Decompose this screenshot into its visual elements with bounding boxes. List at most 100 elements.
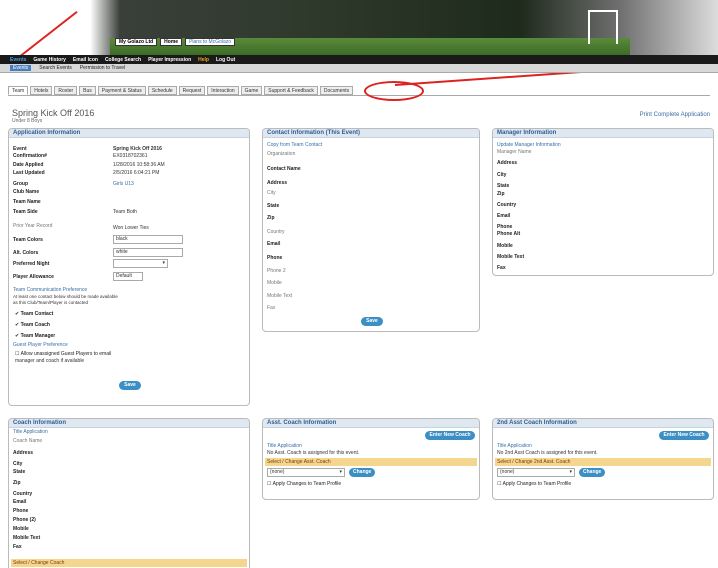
select-coach-bar[interactable]: Select / Change Coach <box>11 559 247 567</box>
tab-documents[interactable]: Documents <box>319 86 354 95</box>
comm-note-2: as this Club/Team/Player is contacted <box>13 300 89 305</box>
nav-logout[interactable]: Log Out <box>216 57 235 63</box>
goal-graphic <box>588 10 618 44</box>
nav-email[interactable]: Email Icon <box>73 57 98 63</box>
checkbox-icon: ☐ <box>497 481 502 487</box>
coach-mobile-label: Mobile <box>13 526 29 532</box>
subnav-permission-travel[interactable]: Permission to Travel <box>80 65 125 71</box>
asst-select-value: (none) <box>270 469 285 475</box>
tab-schedule[interactable]: Schedule <box>147 86 177 95</box>
alt-colors-input[interactable]: white <box>113 248 183 257</box>
address-label: Address <box>267 180 288 186</box>
coach-title-link[interactable]: Title Application <box>13 429 48 435</box>
coach-mobile-text-label: Mobile Text <box>13 535 41 541</box>
last-updated-value: 2/5/2016 6:04:21 PM <box>113 170 160 176</box>
application-info-header: Application Information <box>9 129 249 138</box>
prior-record-label: Prior Year Record <box>13 223 53 229</box>
nav-game-history[interactable]: Game History <box>33 57 66 63</box>
date-applied-value: 1/28/2016 10:58:36 AM <box>113 162 165 168</box>
home-button[interactable]: Home <box>160 38 183 46</box>
tab-interaction[interactable]: Interaction <box>207 86 239 95</box>
chevron-down-icon: ▾ <box>569 469 572 475</box>
main-nav: Events Game History Email Icon College S… <box>0 55 718 64</box>
team-coach-checkbox[interactable]: ✔ Team Coach <box>15 322 50 328</box>
second-coach-select[interactable]: (none) ▾ <box>497 468 575 477</box>
team-colors-label: Team Colors <box>13 237 43 243</box>
second-asst-header: 2nd Asst Coach Information <box>493 419 713 428</box>
subnav-events[interactable]: Events <box>10 65 32 71</box>
comm-preference-link[interactable]: Team Communication Preference <box>13 287 87 293</box>
second-new-coach-button[interactable]: Enter New Coach <box>659 431 709 440</box>
comm-note: At least one contact below should be mad… <box>13 294 118 299</box>
app-save-button[interactable]: Save <box>119 381 141 390</box>
asst-change-button[interactable]: Change <box>349 468 375 477</box>
guest-preference-link[interactable]: Guest Player Preference <box>13 342 68 348</box>
email-label: Email <box>267 241 281 247</box>
team-colors-input[interactable]: black <box>113 235 183 244</box>
user-link[interactable]: Plans to McGolazo <box>185 38 236 46</box>
team-side-label: Team Side <box>13 209 38 215</box>
mobile-label: Mobile <box>267 280 282 286</box>
login-button[interactable]: My Golazo Ltd <box>115 38 158 46</box>
annotation-circle <box>364 81 424 101</box>
tab-request[interactable]: Request <box>178 86 206 95</box>
coach-fax-label: Fax <box>13 544 22 550</box>
nav-help[interactable]: Help <box>198 57 209 63</box>
last-updated-label: Last Updated <box>13 170 45 176</box>
manager-zip-label: Zip <box>497 191 505 197</box>
team-manager-checkbox[interactable]: ✔ Team Manager <box>15 333 55 339</box>
asst-new-coach-button[interactable]: Enter New Coach <box>425 431 475 440</box>
update-manager-link[interactable]: Update Manager Information <box>497 142 561 148</box>
confirmation-value: EX0318702361 <box>113 153 148 159</box>
print-application-link[interactable]: Print Complete Application <box>640 112 710 118</box>
preferred-night-label: Preferred Night <box>13 261 50 267</box>
manager-mobile-text-label: Mobile Text <box>497 254 525 260</box>
copy-contact-link[interactable]: Copy from Team Contact <box>267 142 322 148</box>
application-info-panel: Application Information Event Spring Kic… <box>8 128 250 406</box>
nav-player-impression[interactable]: Player Impression <box>148 57 191 63</box>
confirmation-label: Confirmation# <box>13 153 47 159</box>
city-label: City <box>267 190 276 196</box>
zip-label: Zip <box>267 215 275 221</box>
asst-title-link[interactable]: Title Application <box>267 443 302 449</box>
tab-hotels[interactable]: Hotels <box>30 86 53 95</box>
tab-bus[interactable]: Bus <box>79 86 96 95</box>
asst-note: No Asst. Coach is assigned for this even… <box>267 450 360 456</box>
manager-fax-label: Fax <box>497 265 506 271</box>
asst-coach-select[interactable]: (none) ▾ <box>267 468 345 477</box>
manager-email-label: Email <box>497 213 511 219</box>
contact-save-button[interactable]: Save <box>361 317 383 326</box>
asst-apply-checkbox[interactable]: ☐ Apply Changes to Team Profile <box>267 481 341 487</box>
coach-info-header: Coach Information <box>9 419 249 428</box>
preferred-night-select[interactable]: ▾ <box>113 259 168 268</box>
group-value: Girls U13 <box>113 181 134 187</box>
second-title-link[interactable]: Title Application <box>497 443 532 449</box>
manager-state-label: State <box>497 183 510 189</box>
tab-roster[interactable]: Roster <box>54 86 78 95</box>
second-select-value: (none) <box>500 469 515 475</box>
tab-support-feedback[interactable]: Support & Feedback <box>264 86 318 95</box>
page-subtitle: Under 8 Boys <box>12 118 43 124</box>
checkbox-icon: ☐ <box>15 351 20 357</box>
contact-info-panel: Contact Information (This Event) Copy fr… <box>262 128 480 332</box>
asst-select-bar[interactable]: Select / Change Asst. Coach <box>265 458 477 466</box>
player-allowance-value: Default <box>116 273 132 279</box>
second-select-bar[interactable]: Select / Change 2nd Asst. Coach <box>495 458 711 466</box>
subnav-search-events[interactable]: Search Events <box>39 65 72 71</box>
tab-team[interactable]: Team <box>8 86 29 95</box>
tab-payment-status[interactable]: Payment & Status <box>97 86 146 95</box>
guest-email-checkbox[interactable]: ☐ Allow unassigned Guest Players to emai… <box>15 351 111 357</box>
coach-phone2-label: Phone (2) <box>13 517 36 523</box>
second-apply-checkbox[interactable]: ☐ Apply Changes to Team Profile <box>497 481 571 487</box>
fax-label: Fax <box>267 305 276 311</box>
contact-name-label: Contact Name <box>267 166 301 172</box>
player-allowance-select[interactable]: Default <box>113 272 143 281</box>
tab-game[interactable]: Game <box>240 86 263 95</box>
nav-events[interactable]: Events <box>10 57 26 63</box>
team-contact-checkbox[interactable]: ✔ Team Contact <box>15 311 53 317</box>
coach-info-panel: Coach Information Title Application Coac… <box>8 418 250 568</box>
asst-coach-header: Asst. Coach Information <box>263 419 479 428</box>
manager-mobile-label: Mobile <box>497 243 513 249</box>
second-change-button[interactable]: Change <box>579 468 605 477</box>
nav-college-search[interactable]: College Search <box>105 57 141 63</box>
